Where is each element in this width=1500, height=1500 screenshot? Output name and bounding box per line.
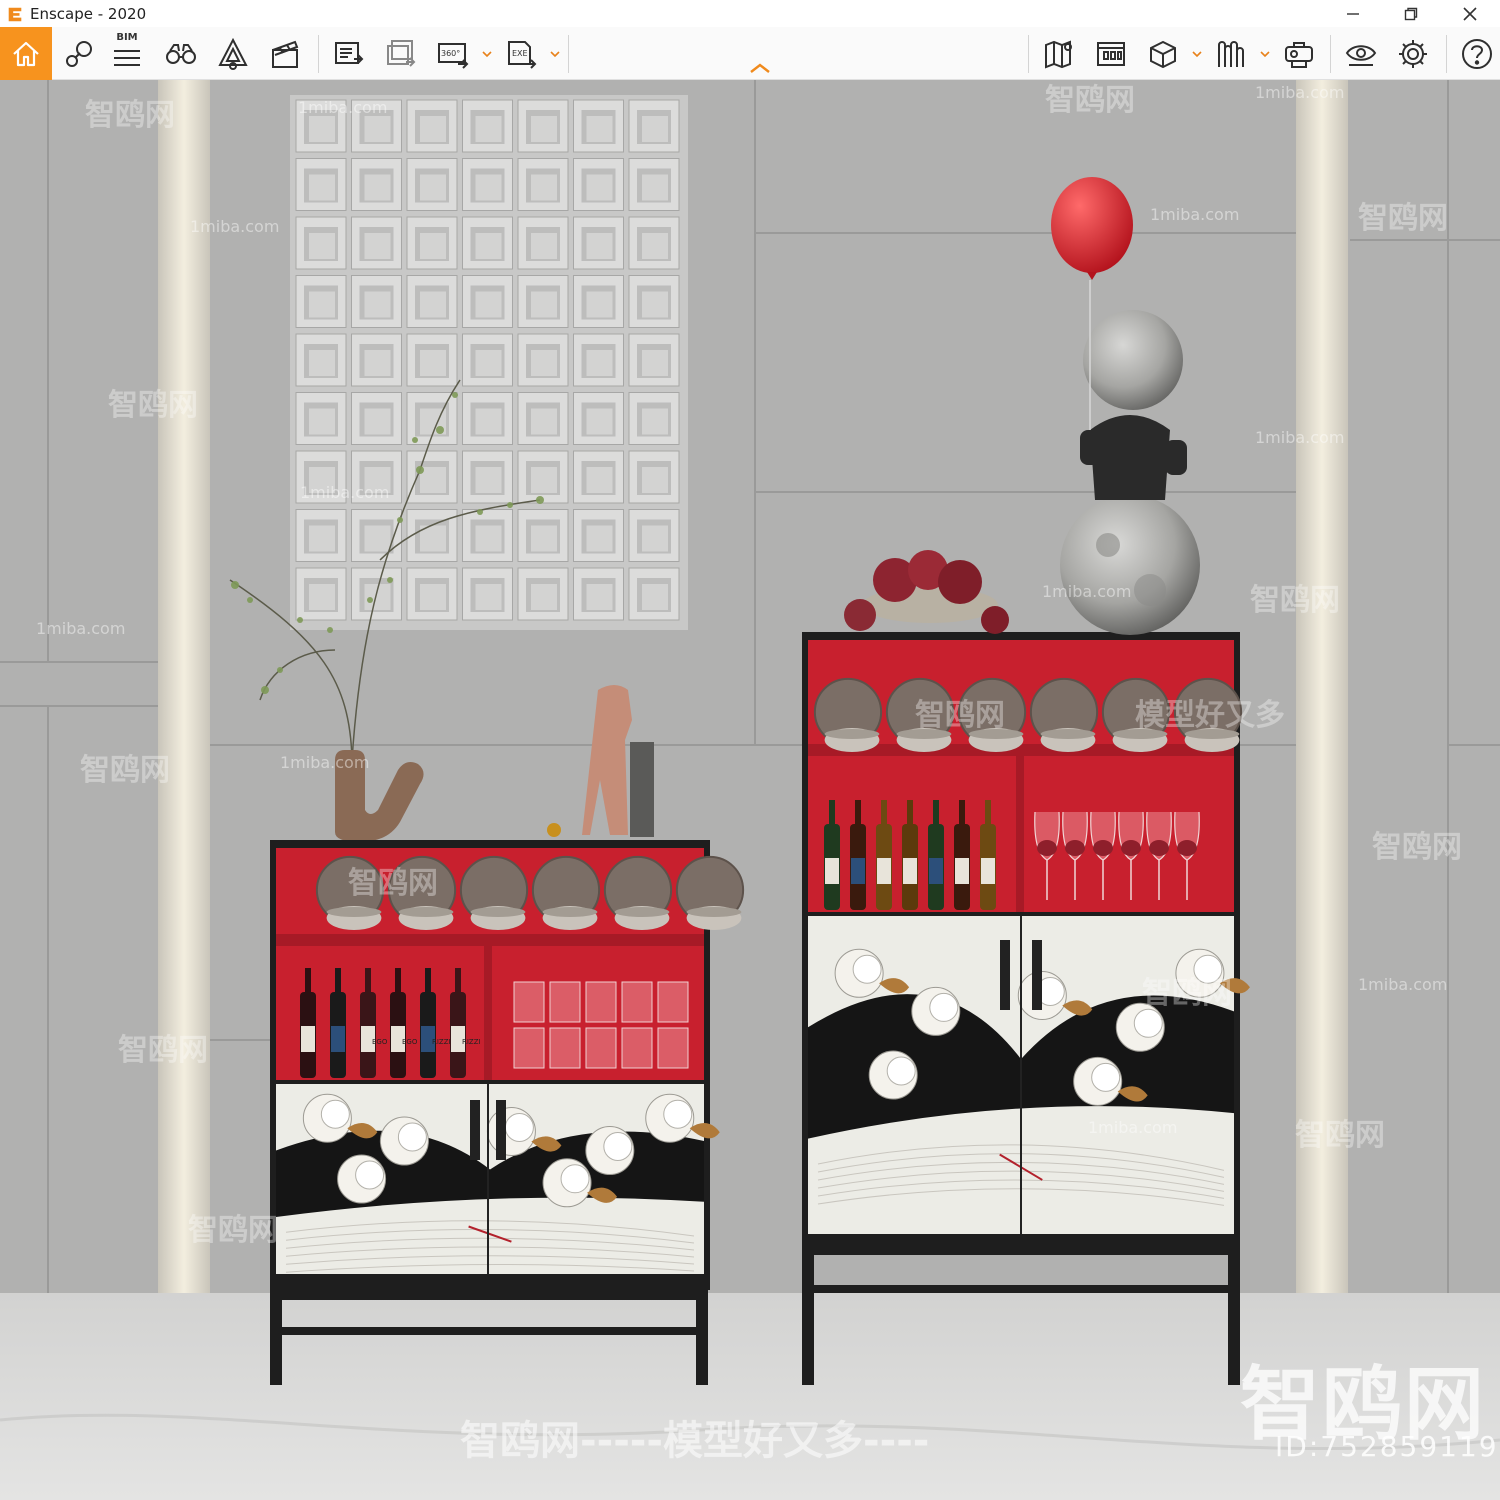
- enscape-logo-icon: [8, 7, 22, 21]
- video-editor-button[interactable]: [264, 33, 306, 75]
- watermark: 模型好又多: [1135, 698, 1285, 733]
- watermark: 智鸥网: [118, 1033, 208, 1068]
- screenshot-icon: [335, 42, 364, 64]
- view-management-icon: [66, 41, 92, 67]
- restore-icon: [1404, 7, 1418, 20]
- render-viewport[interactable]: EGO EGO RIZZI RIZZI 智鸥网 1miba.com 1miba.…: [0, 80, 1500, 1500]
- view-management-button[interactable]: [58, 33, 100, 75]
- restore-button[interactable]: [1382, 0, 1440, 27]
- panorama-button[interactable]: 360°: [432, 33, 474, 75]
- interior-scene: EGO EGO RIZZI RIZZI: [0, 80, 1500, 1500]
- watermark: 1miba.com: [1088, 1118, 1178, 1137]
- bim-label: BIM: [116, 32, 138, 43]
- binoculars-button[interactable]: [160, 33, 202, 75]
- visual-settings-button[interactable]: [212, 33, 254, 75]
- toolbar-separator: [568, 35, 569, 73]
- binoculars-icon: [166, 44, 196, 64]
- watermark: 智鸥网: [188, 1213, 278, 1248]
- watermark: 1miba.com: [1255, 428, 1345, 447]
- panorama-360-icon: 360°: [438, 43, 469, 69]
- watermark: 智鸥网: [108, 388, 198, 423]
- map-button[interactable]: [1038, 33, 1080, 75]
- watermark: 1miba.com: [1358, 975, 1448, 994]
- title-bar: Enscape - 2020: [0, 0, 1500, 27]
- help-icon: [1462, 39, 1492, 69]
- watermark: 智鸥网: [1358, 201, 1448, 236]
- watermark: 1miba.com: [1150, 205, 1240, 224]
- exe-export-icon: EXE: [508, 41, 537, 69]
- close-button[interactable]: [1441, 0, 1499, 27]
- bottle-label: RIZZI: [462, 1038, 481, 1046]
- capture-gallery-button[interactable]: [1090, 33, 1132, 75]
- window-title: Enscape - 2020: [30, 4, 147, 23]
- help-button[interactable]: [1456, 33, 1498, 75]
- material-editor-button[interactable]: [1210, 33, 1252, 75]
- watermark: 智鸥网: [85, 98, 175, 133]
- asset-library-icon: [1150, 40, 1176, 69]
- bottle-label: EGO: [402, 1038, 418, 1046]
- chevron-down-icon: [550, 51, 560, 58]
- watermark: 智鸥网: [915, 698, 1005, 733]
- watermark: 智鸥网: [1372, 830, 1462, 865]
- bim-button[interactable]: BIM: [106, 32, 148, 75]
- watermark: 1miba.com: [280, 753, 370, 772]
- model-id-watermark: ID:752859119: [1275, 1430, 1499, 1463]
- panorama-dropdown[interactable]: [480, 45, 494, 63]
- svg-text:360°: 360°: [441, 49, 460, 58]
- settings-icon: [1399, 40, 1427, 68]
- material-editor-icon: [1218, 41, 1244, 67]
- batch-render-icon: [387, 40, 416, 67]
- bottom-watermark: 智鸥网-----模型好又多----: [460, 1418, 930, 1464]
- watermark: 1miba.com: [36, 619, 126, 638]
- export-dropdown[interactable]: [548, 45, 562, 63]
- watermark: 智鸥网: [1295, 1118, 1385, 1153]
- toolbar-separator: [1330, 35, 1331, 73]
- material-editor-dropdown[interactable]: [1258, 45, 1272, 63]
- minimize-button[interactable]: [1324, 0, 1382, 27]
- chevron-down-icon: [1192, 51, 1202, 58]
- chevron-up-icon: [750, 63, 770, 73]
- home-button[interactable]: [0, 27, 52, 80]
- wall-panels: [0, 80, 1500, 1500]
- watermark: 智鸥网: [1250, 583, 1340, 618]
- relief-wall-art: [290, 95, 688, 630]
- toolbar-separator: [318, 35, 319, 73]
- chevron-down-icon: [482, 51, 492, 58]
- settings-button[interactable]: [1392, 33, 1434, 75]
- watermark: 智鸥网: [80, 753, 170, 788]
- home-icon: [13, 41, 39, 66]
- watermark: 智鸥网: [1045, 83, 1135, 118]
- asset-library-dropdown[interactable]: [1190, 45, 1204, 63]
- watermark: 1miba.com: [190, 217, 280, 236]
- toolbar-separator: [1446, 35, 1447, 73]
- visual-settings-icon: [218, 37, 248, 70]
- bottle-label: EGO: [372, 1038, 388, 1046]
- screenshot-button[interactable]: [328, 33, 370, 75]
- watermark: 智鸥网: [1142, 976, 1232, 1011]
- vr-headset-button[interactable]: [1278, 33, 1320, 75]
- watermark: 1miba.com: [300, 483, 390, 502]
- bottle-label: RIZZI: [432, 1038, 451, 1046]
- minimize-icon: [1347, 12, 1359, 15]
- eye-icon: [1345, 45, 1377, 66]
- capture-gallery-icon: [1097, 42, 1125, 66]
- map-icon: [1045, 40, 1072, 69]
- svg-text:EXE: EXE: [512, 49, 528, 58]
- watermark: 智鸥网: [348, 866, 438, 901]
- watermark: 1miba.com: [1255, 83, 1345, 102]
- toolbar-separator: [1028, 35, 1029, 73]
- batch-render-button[interactable]: [380, 33, 422, 75]
- chevron-down-icon: [1260, 51, 1270, 58]
- asset-library-button[interactable]: [1142, 33, 1184, 75]
- close-icon: [1463, 6, 1477, 21]
- video-editor-icon: [272, 40, 299, 68]
- vr-headset-icon: [1285, 42, 1313, 68]
- watermark: 1miba.com: [298, 98, 388, 117]
- toolbar-collapse-toggle[interactable]: [748, 62, 772, 78]
- watermark: 1miba.com: [1042, 582, 1132, 601]
- exe-export-button[interactable]: EXE: [500, 33, 542, 75]
- preview-eye-button[interactable]: [1340, 33, 1382, 75]
